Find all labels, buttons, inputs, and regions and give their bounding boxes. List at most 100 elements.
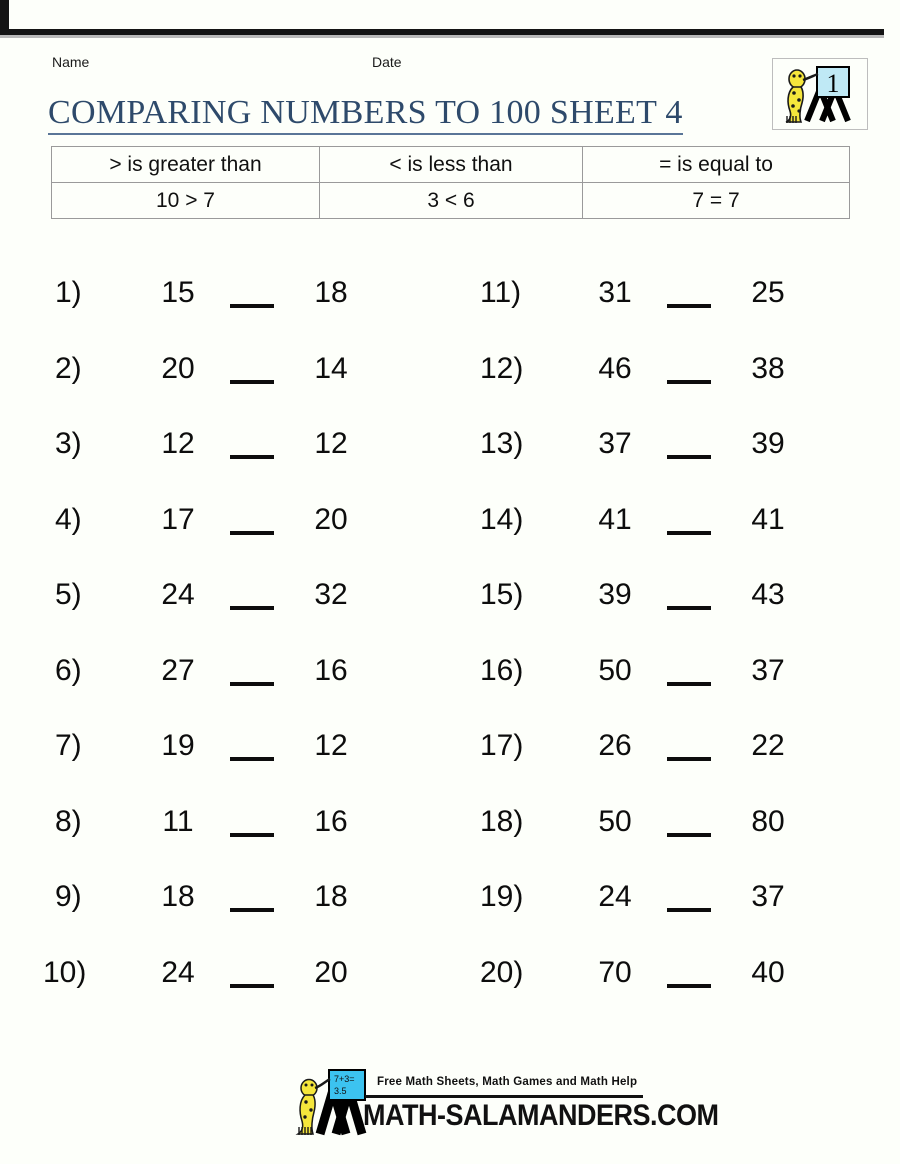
date-label: Date <box>372 54 402 70</box>
site-footer: 7+3= 3.5 Free Math Sheets, Math Games an… <box>287 1068 719 1146</box>
page-left-border <box>0 0 9 30</box>
answer-blank[interactable] <box>667 304 711 308</box>
legend-example-equal: 7 = 7 <box>582 182 850 219</box>
problem-left-number: 41 <box>598 502 632 536</box>
problem-right-number: 18 <box>314 880 348 913</box>
problem-right-number: 32 <box>314 578 348 611</box>
answer-blank[interactable] <box>667 530 711 535</box>
footer-tagline: Free Math Sheets, Math Games and Math He… <box>377 1076 638 1088</box>
problem-number: 2) <box>55 351 82 385</box>
problem-left-number: 27 <box>161 653 195 687</box>
problem-row: 5) 24 32 <box>55 578 395 654</box>
answer-blank[interactable] <box>667 908 711 912</box>
legend-description-less: < is less than <box>319 146 583 183</box>
answer-blank[interactable] <box>667 606 711 610</box>
table-row-examples: 10 > 7 3 < 6 7 = 7 <box>51 182 850 219</box>
problem-left-number: 37 <box>598 427 632 460</box>
problem-right-number: 38 <box>751 351 785 385</box>
problem-number: 6) <box>55 653 82 687</box>
answer-blank[interactable] <box>667 757 711 761</box>
problem-left-number: 17 <box>161 502 195 536</box>
problem-right-number: 22 <box>751 729 785 762</box>
problem-row: 3) 12 12 <box>55 427 395 503</box>
answer-blank[interactable] <box>230 681 274 686</box>
salamander-easel-icon: 1 <box>785 66 851 123</box>
problem-right-number: 37 <box>751 880 785 913</box>
problem-left-number: 50 <box>598 804 632 838</box>
answer-blank[interactable] <box>230 983 274 988</box>
problem-row: 8) 11 16 <box>55 805 395 881</box>
problem-left-number: 11 <box>162 804 194 838</box>
problem-number: 5) <box>55 578 82 611</box>
answer-blank[interactable] <box>230 606 274 610</box>
problem-number: 18) <box>480 804 524 838</box>
problem-left-number: 70 <box>598 955 632 989</box>
problem-number: 14) <box>480 502 524 536</box>
problem-row: 10) 24 20 <box>43 956 395 1032</box>
grade-badge: 1 <box>772 58 868 130</box>
legend-description-equal: = is equal to <box>582 146 850 183</box>
legend-example-greater: 10 > 7 <box>51 182 320 219</box>
problem-left-number: 12 <box>161 427 195 460</box>
problem-number: 3) <box>55 427 82 460</box>
problem-number: 7) <box>55 729 82 762</box>
problem-row: 17) 26 22 <box>480 729 832 805</box>
problem-left-number: 20 <box>161 351 195 385</box>
footer-domain: MATH-SALAMANDERS.COM <box>363 1099 719 1132</box>
problem-left-number: 50 <box>598 653 632 687</box>
problem-row: 6) 27 16 <box>55 654 395 730</box>
answer-blank[interactable] <box>230 304 274 308</box>
problem-row: 7) 19 12 <box>55 729 395 805</box>
answer-blank[interactable] <box>667 681 711 686</box>
badge-grade-number: 1 <box>827 69 840 98</box>
problem-row: 19) 24 37 <box>480 880 832 956</box>
problem-number: 9) <box>55 880 82 913</box>
answer-blank[interactable] <box>230 455 274 459</box>
answer-blank[interactable] <box>230 379 274 384</box>
comparison-symbols-table: > is greater than < is less than = is eq… <box>51 146 850 219</box>
problem-number: 12) <box>480 351 524 385</box>
name-label: Name <box>52 54 90 70</box>
problems-column-left: 1) 15 18 2) 20 14 3) 12 12 4) 17 20 5) 24 32 6) 27 16 7) 19… <box>43 276 395 1032</box>
answer-blank[interactable] <box>667 832 711 837</box>
problem-number: 15) <box>480 578 524 611</box>
svg-text:3.5: 3.5 <box>334 1086 347 1096</box>
problem-right-number: 41 <box>751 502 785 536</box>
problem-right-number: 37 <box>751 653 785 687</box>
problem-right-number: 43 <box>751 578 785 611</box>
answer-blank[interactable] <box>230 832 274 837</box>
answer-blank[interactable] <box>230 908 274 912</box>
problem-row: 13) 37 39 <box>480 427 832 503</box>
answer-blank[interactable] <box>230 757 274 761</box>
answer-blank[interactable] <box>667 983 711 988</box>
answer-blank[interactable] <box>230 530 274 535</box>
legend-description-greater: > is greater than <box>51 146 320 183</box>
problem-right-number: 12 <box>314 729 348 762</box>
table-row-descriptions: > is greater than < is less than = is eq… <box>51 146 850 183</box>
answer-blank[interactable] <box>667 379 711 384</box>
problem-row: 16) 50 37 <box>480 653 832 730</box>
problem-left-number: 15 <box>161 276 195 309</box>
legend-example-less: 3 < 6 <box>319 182 583 219</box>
problem-row: 1) 15 18 <box>55 276 395 352</box>
problem-left-number: 24 <box>161 578 195 611</box>
worksheet-page: Name Date COMPARING NUMBERS TO 100 SHEET… <box>0 0 900 1164</box>
problem-left-number: 18 <box>161 880 195 913</box>
problem-number: 16) <box>480 653 524 687</box>
problem-row: 12) 46 38 <box>480 351 832 428</box>
page-top-border-shadow <box>0 35 884 38</box>
problem-number: 20) <box>480 955 524 989</box>
problem-row: 9) 18 18 <box>55 880 395 956</box>
problem-right-number: 20 <box>314 502 348 536</box>
problem-row: 14) 41 41 <box>480 502 832 579</box>
svg-text:7+3=: 7+3= <box>334 1074 355 1084</box>
problem-left-number: 39 <box>598 578 632 611</box>
page-title: COMPARING NUMBERS TO 100 SHEET 4 <box>48 95 683 135</box>
answer-blank[interactable] <box>667 455 711 459</box>
problem-row: 18) 50 80 <box>480 804 832 881</box>
problem-right-number: 14 <box>314 351 348 385</box>
problem-right-number: 12 <box>314 427 348 460</box>
footer-divider <box>365 1095 643 1098</box>
problem-left-number: 19 <box>161 729 195 762</box>
problem-right-number: 80 <box>751 804 785 838</box>
